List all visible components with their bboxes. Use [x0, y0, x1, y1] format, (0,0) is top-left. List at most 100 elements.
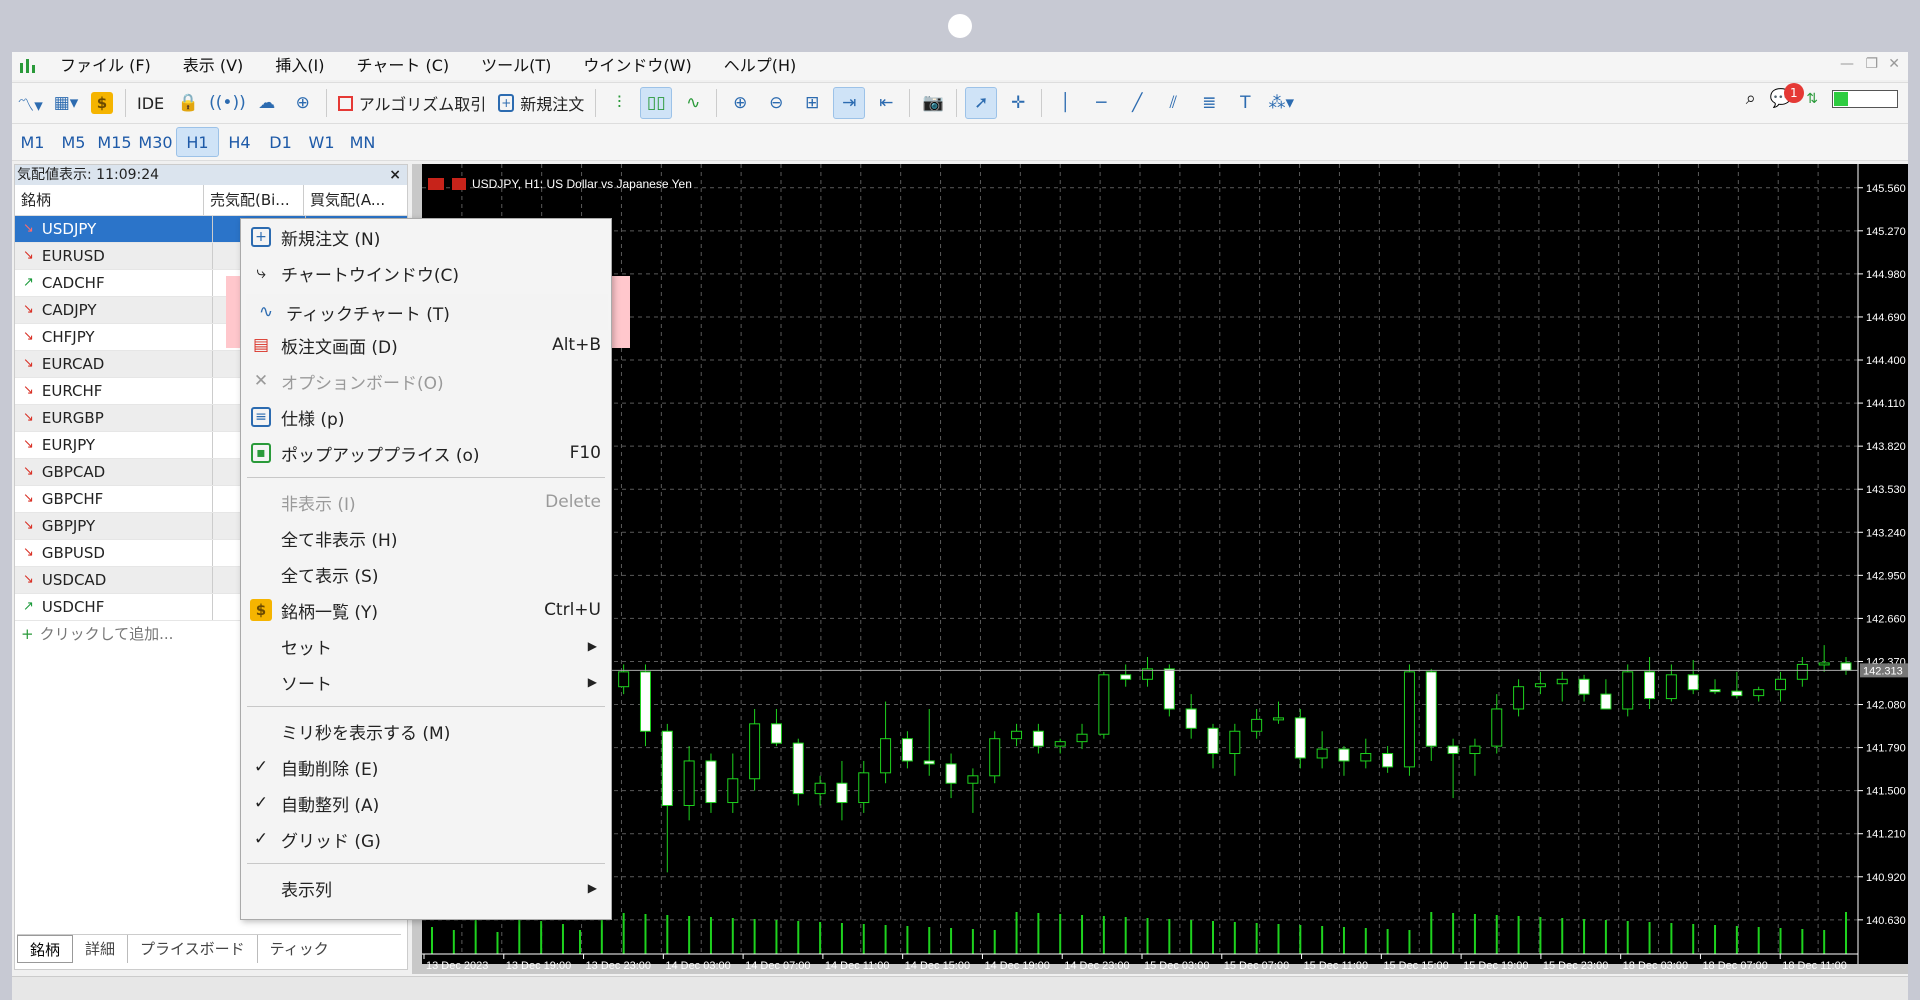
column-bid[interactable]: 売気配(Bi... [204, 185, 304, 215]
tf-h1[interactable]: H1 [176, 127, 219, 157]
menu-auto-arrange[interactable]: ✓ 自動整列 (A) [241, 785, 611, 821]
community-icon[interactable]: ⊕ [288, 88, 318, 118]
menu-columns[interactable]: 表示列 ▶ [241, 870, 611, 906]
fibonacci-icon[interactable]: ≣ [1194, 88, 1224, 118]
tf-d1[interactable]: D1 [260, 128, 301, 156]
tf-m1[interactable]: M1 [12, 128, 53, 156]
x-tick-label: 14 Dec 19:00 [984, 960, 1049, 972]
candle-body [1403, 671, 1415, 768]
ide-button[interactable]: IDE [131, 94, 170, 113]
restore-icon[interactable]: ❐ [1865, 56, 1878, 72]
menu-depth-of-market[interactable]: ▤ 板注文画面 (D) Alt+B [241, 327, 611, 363]
candle-body [1338, 748, 1350, 762]
menu-tools[interactable]: ツール(T) [465, 52, 567, 80]
menu-sort[interactable]: ソート ▶ [241, 664, 611, 700]
menu-separator [247, 706, 605, 707]
menu-auto-remove[interactable]: ✓ 自動削除 (E) [241, 749, 611, 785]
x-tick-label: 15 Dec 07:00 [1224, 960, 1289, 972]
symbol-name: EURCHF [41, 382, 103, 400]
tab-symbols[interactable]: 銘柄 [17, 935, 74, 963]
menu-hide-all[interactable]: 全て非表示 (H) [241, 520, 611, 556]
menu-show-milliseconds[interactable]: ミリ秒を表示する (M) [241, 713, 611, 749]
menu-sets[interactable]: セット ▶ [241, 628, 611, 664]
y-tick-label: 143.820 [1866, 441, 1906, 453]
vertical-line-icon[interactable]: │ [1050, 88, 1080, 118]
candle-body [945, 763, 957, 784]
notifications-icon[interactable]: 💬 1 [1770, 83, 1804, 109]
tf-m15[interactable]: M15 [94, 128, 135, 156]
algo-trading-button[interactable]: アルゴリズム取引 [332, 91, 493, 115]
vps-cloud-icon[interactable]: ☁ [252, 88, 282, 118]
menu-hide: 非表示 (I) Delete [281, 492, 601, 515]
tab-price-board[interactable]: プライスボード [128, 935, 258, 963]
signals-icon[interactable]: ((•)) [209, 88, 246, 118]
market-bag-icon[interactable]: 🔒 [173, 88, 203, 118]
menu-symbols[interactable]: $ 銘柄一覧 (Y) Ctrl+U [241, 592, 611, 628]
bar-chart-icon[interactable]: ⫶ [604, 88, 634, 118]
tf-m30[interactable]: M30 [135, 128, 176, 156]
menu-chart-window[interactable]: ⤷ チャートウインドウ(C) [241, 255, 611, 291]
zoom-in-icon[interactable]: ⊕ [725, 88, 755, 118]
candle-body [749, 723, 761, 780]
menu-window[interactable]: ウインドウ(W) [567, 52, 707, 80]
minimize-icon[interactable]: — [1840, 56, 1854, 72]
cursor-icon[interactable]: ➚ [965, 87, 998, 119]
menu-insert[interactable]: 挿入(I) [259, 52, 340, 80]
y-tick-label: 144.110 [1866, 398, 1905, 410]
signal-level-icon: ⇅ [1806, 90, 1818, 107]
candle-body [1491, 708, 1503, 747]
price-chart[interactable]: 145.560 145.270 144.980 144.690 144.400 144.1… [412, 164, 1908, 974]
tab-ticks[interactable]: ティック [258, 935, 341, 963]
symbols-dollar-icon[interactable]: $ [87, 88, 117, 118]
depth-icon: ▤ [252, 335, 270, 355]
channel-icon[interactable]: ⫽ [1158, 88, 1188, 118]
line-chart-icon[interactable]: ∿ [678, 88, 708, 118]
tf-m5[interactable]: M5 [53, 128, 94, 156]
candlestick-icon[interactable]: ▯▯ [640, 87, 673, 119]
screenshot-icon[interactable]: 📷 [918, 88, 948, 118]
menu-grid[interactable]: ✓ グリッド (G) [241, 821, 611, 857]
tick-chart-highlighted-item[interactable]: ∿ ティックチャート (T) [246, 294, 608, 330]
arrow-down-icon: ↘ [23, 356, 34, 371]
menu-chart[interactable]: チャート (C) [341, 52, 466, 80]
horizontal-line-icon[interactable]: ─ [1086, 88, 1116, 118]
menu-view[interactable]: 表示 (V) [167, 52, 260, 80]
submenu-arrow-icon: ▶ [587, 639, 597, 653]
chart-type-icon[interactable]: 〽▾ [15, 88, 45, 118]
menu-specification[interactable]: ≡ 仕様 (p) [241, 399, 611, 435]
zoom-out-icon[interactable]: ⊖ [761, 88, 791, 118]
candle-body [1687, 674, 1699, 691]
menu-new-order[interactable]: + 新規注文 (N) [241, 219, 611, 255]
trendline-icon[interactable]: ╱ [1122, 88, 1152, 118]
candle-body [1818, 662, 1830, 666]
tile-windows-icon[interactable]: ⊞ [797, 88, 827, 118]
tab-details[interactable]: 詳細 [73, 935, 129, 963]
shapes-icon[interactable]: ⁂▾ [1266, 88, 1296, 118]
candle-body [1272, 717, 1284, 721]
menu-popup-prices[interactable]: ▪ ポップアッププライス (o) F10 [241, 435, 611, 471]
check-icon: ✓ [253, 829, 269, 849]
tf-h4[interactable]: H4 [219, 128, 260, 156]
y-tick-label: 143.240 [1866, 527, 1906, 539]
symbol-name: USDCHF [41, 598, 105, 616]
crosshair-icon[interactable]: ✛ [1003, 88, 1033, 118]
candle-body [1425, 671, 1437, 747]
menu-help[interactable]: ヘルプ(H) [708, 52, 813, 80]
candle-body [1098, 674, 1110, 735]
tf-w1[interactable]: W1 [301, 128, 342, 156]
auto-scroll-icon[interactable]: ⇥ [833, 87, 866, 119]
candle-body [727, 778, 739, 804]
column-symbol[interactable]: 銘柄 [15, 185, 204, 215]
menu-show-all[interactable]: 全て表示 (S) [241, 556, 611, 592]
tf-mn[interactable]: MN [342, 128, 383, 156]
column-ask[interactable]: 買気配(A... [304, 185, 400, 215]
close-icon[interactable]: × [389, 165, 401, 185]
templates-icon[interactable]: ▦▾ [51, 88, 81, 118]
search-icon[interactable]: ⌕ [1746, 88, 1756, 109]
close-icon[interactable]: ✕ [1888, 56, 1900, 72]
menu-file[interactable]: ファイル (F) [44, 52, 167, 80]
text-icon[interactable]: T [1230, 88, 1260, 118]
candle-body [1207, 727, 1219, 755]
chart-shift-icon[interactable]: ⇤ [871, 88, 901, 118]
new-order-button[interactable]: + 新規注文 [492, 91, 590, 115]
